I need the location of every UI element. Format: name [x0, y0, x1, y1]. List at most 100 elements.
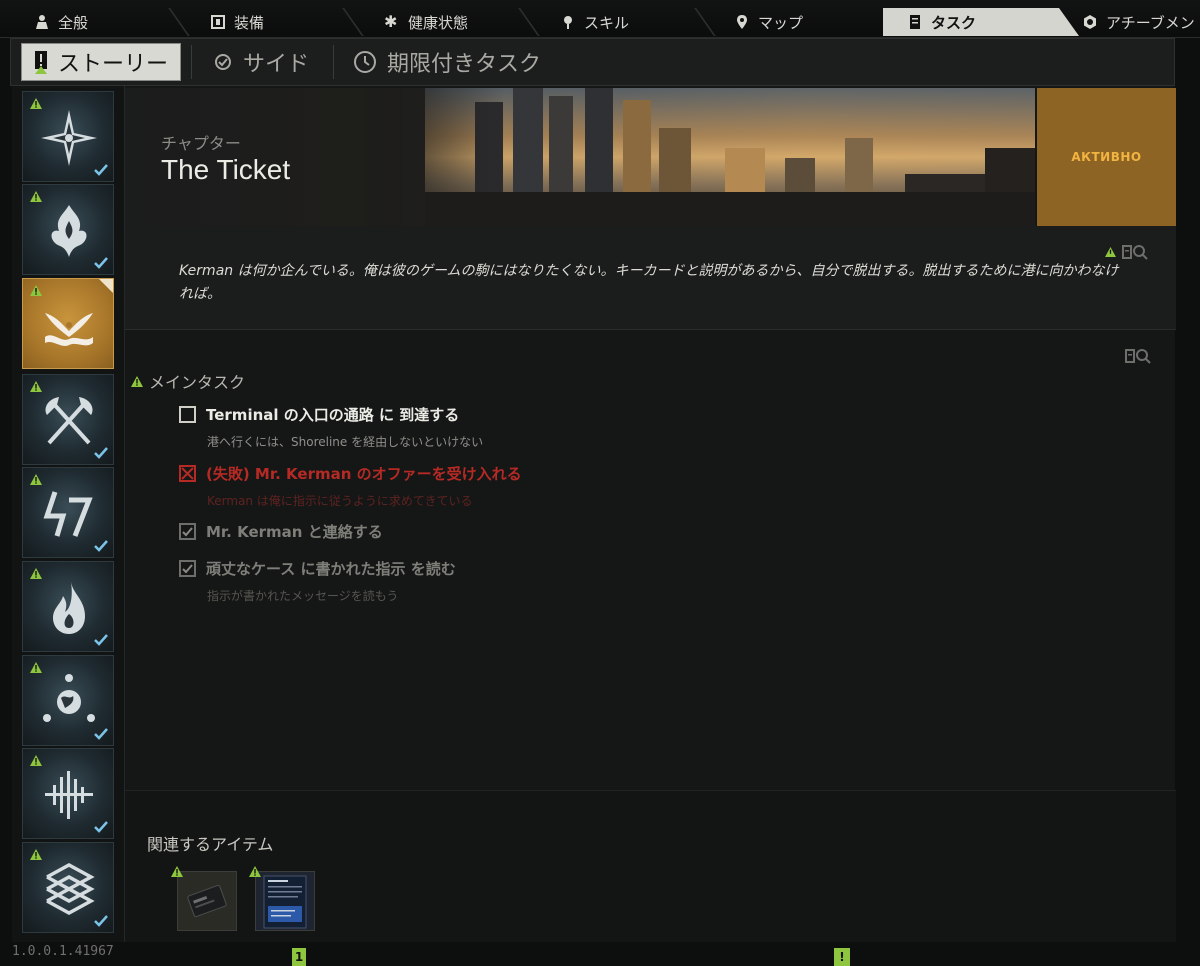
chapter-item[interactable] — [22, 91, 114, 182]
objective-checkbox — [179, 406, 196, 423]
checkmark-icon — [94, 728, 108, 740]
maze-pattern-icon — [46, 863, 95, 915]
tab-divider — [342, 8, 364, 36]
chapter-description-area: Kerman は何か企んでいる。俺は彼のゲームの駒にはなりたくない。キーカードと… — [125, 226, 1176, 330]
chapter-item[interactable] — [22, 748, 114, 839]
chapter-label: チャプター — [161, 134, 241, 153]
tab-story-label: ストーリー — [58, 52, 169, 77]
tab-timed[interactable]: 期限付きタスク — [353, 43, 541, 81]
chapter-item[interactable] — [22, 374, 114, 465]
checkmark-icon — [94, 257, 108, 269]
objective-item-done: Mr. Kerman と連絡する — [179, 521, 383, 542]
main-tasks-heading-label: メインタスク — [149, 373, 246, 392]
tab-general[interactable]: 全般 — [34, 8, 88, 36]
done-checkbox — [179, 560, 196, 577]
objective-title: Terminal の入口の通路 に 到達する — [206, 406, 460, 424]
tab-equipment-label: 装備 — [234, 13, 265, 32]
skill-icon — [564, 16, 572, 29]
tab-tasks[interactable]: タスク — [883, 8, 1079, 36]
objective-item-failed: (失敗) Mr. Kerman のオファーを受け入れる Kerman は俺に指示… — [179, 463, 522, 509]
story-page-indicator[interactable]: ! — [834, 948, 850, 966]
chapter-description: Kerman は何か企んでいる。俺は彼のゲームの駒にはなりたくない。キーカードと… — [179, 263, 1119, 302]
tab-side[interactable]: サイド — [213, 43, 309, 81]
objective-title: (失敗) Mr. Kerman のオファーを受け入れる — [206, 465, 522, 483]
objective-hint: Kerman は俺に指示に従うように求めてきている — [207, 494, 473, 508]
checkmark-icon — [182, 564, 193, 574]
failed-checkbox — [179, 465, 196, 482]
chapter-item[interactable] — [22, 561, 114, 652]
book-search-icon[interactable] — [1125, 348, 1151, 364]
version-label: 1.0.0.1.41967 — [12, 944, 114, 959]
clock-icon — [354, 51, 376, 73]
city-buildings-image — [425, 88, 1035, 226]
person-icon — [36, 15, 48, 29]
main-tasks-heading: メインタスク — [131, 369, 245, 393]
checkmark-icon — [94, 164, 108, 176]
book-search-icon[interactable] — [1122, 244, 1148, 260]
subtab-divider — [333, 45, 334, 79]
tab-skills-label: スキル — [584, 13, 630, 32]
health-icon: ✱ — [384, 12, 398, 31]
compass-star-icon — [41, 110, 97, 166]
cross-icon — [181, 467, 194, 480]
done-checkbox — [179, 523, 196, 540]
check-circle-icon — [215, 54, 231, 70]
related-items-section: 関連するアイテム — [125, 790, 1176, 942]
objective-item-done: 頑丈なケース に書かれた指示 を読む 指示が書かれたメッセージを読もう — [179, 558, 456, 604]
tab-timed-label: 期限付きタスク — [387, 52, 542, 77]
wave-bird-icon — [45, 313, 93, 346]
top-navigation: 全般 装備 ✱ 健康状態 スキル マップ タスク アチーブメン — [0, 0, 1200, 38]
tab-divider — [518, 8, 540, 36]
checkmark-icon — [94, 915, 108, 927]
objective-hint: 指示が書かれたメッセージを読もう — [207, 589, 399, 603]
tab-equipment[interactable]: 装備 — [210, 8, 264, 36]
chapter-item[interactable] — [22, 842, 114, 933]
tab-divider — [168, 8, 190, 36]
warning-icon — [249, 866, 261, 877]
keycard-icon — [178, 872, 236, 930]
gear-body-icon — [211, 15, 225, 29]
chapter-item[interactable] — [22, 467, 114, 558]
globe-orbit-icon — [43, 674, 95, 722]
page-indicator-1[interactable]: 1 — [292, 948, 306, 966]
warning-icon — [131, 375, 143, 387]
objective-hint: 港へ行くには、Shoreline を経由しないといけない — [207, 435, 484, 449]
status-badge: АКТИВНО — [1037, 88, 1176, 226]
chapter-item[interactable] — [22, 655, 114, 746]
document-item[interactable] — [249, 866, 315, 931]
objective-title: Mr. Kerman と連絡する — [206, 523, 383, 541]
tab-health[interactable]: ✱ 健康状態 — [384, 8, 468, 36]
tab-achievements-label: アチーブメン — [1106, 13, 1195, 32]
flame-emblem-icon — [51, 205, 87, 257]
description-tools — [1105, 244, 1148, 260]
tab-health-label: 健康状態 — [408, 13, 469, 32]
objectives-tools — [1125, 348, 1151, 364]
checkmark-icon — [94, 634, 108, 646]
task-detail-panel: チャプター The Ticket АКТИВНО Kerman は何か企んでいる… — [124, 86, 1176, 942]
chapter-banner: チャプター The Ticket — [125, 88, 1035, 226]
story-marker-icon — [35, 51, 47, 74]
checkmark-icon — [94, 821, 108, 833]
related-items-heading: 関連するアイテム — [147, 835, 274, 854]
chapter-item[interactable] — [22, 184, 114, 275]
tab-map[interactable]: マップ — [734, 8, 803, 36]
keycard-item[interactable] — [171, 866, 237, 931]
checkmark-icon — [94, 447, 108, 459]
tab-side-label: サイド — [243, 52, 310, 77]
tab-divider — [694, 8, 716, 36]
document-icon — [256, 872, 314, 930]
tab-story[interactable]: ストーリー — [21, 43, 182, 81]
checkmark-icon — [94, 540, 108, 552]
task-icon — [910, 15, 920, 29]
map-pin-icon — [737, 15, 747, 29]
chapter-item-active[interactable] — [22, 278, 114, 369]
warning-icon — [171, 866, 183, 877]
tab-general-label: 全般 — [58, 13, 89, 32]
lightning-numbers-icon — [43, 491, 93, 537]
banner-fade — [365, 88, 505, 226]
tab-skills[interactable]: スキル — [560, 8, 629, 36]
new-indicator-corner — [99, 279, 113, 293]
tab-achievements[interactable]: アチーブメン — [1082, 8, 1195, 36]
crossed-axes-icon — [45, 397, 93, 445]
warning-icon — [1105, 247, 1116, 257]
